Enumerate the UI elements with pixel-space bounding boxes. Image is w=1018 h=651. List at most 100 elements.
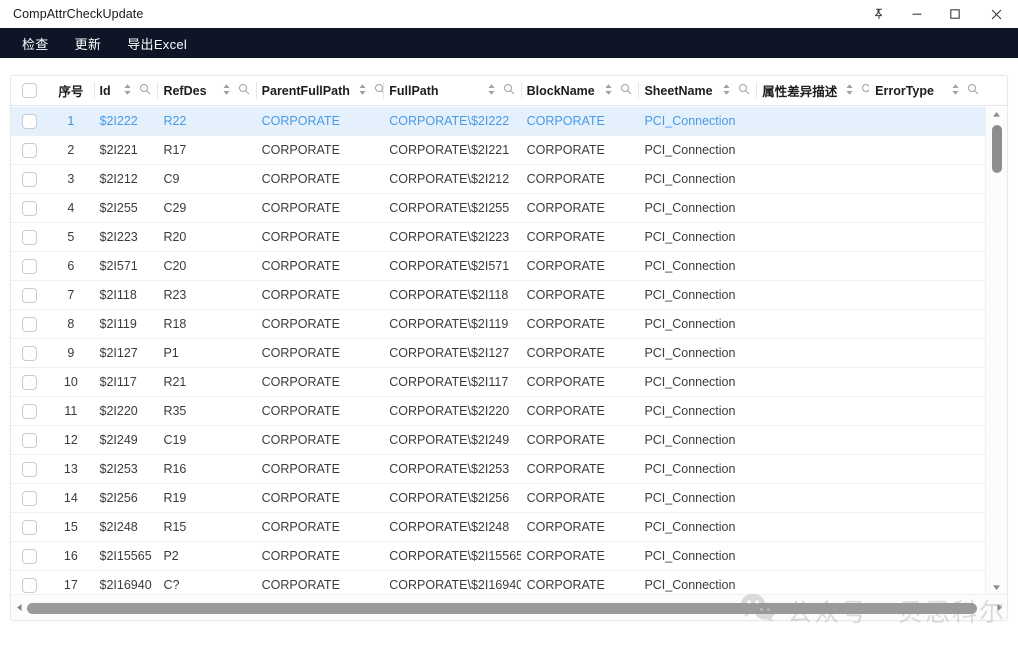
select-all-checkbox[interactable] [22, 83, 38, 98]
row-checkbox[interactable] [22, 374, 38, 390]
cell-block: CORPORATE [526, 172, 605, 186]
table-row[interactable]: 14 $2I256 R19 CORPORATE CORPORATE\$2I256 CORP… [11, 484, 1007, 513]
table-row[interactable]: 1 $2I222 R22 CORPORATE CORPORATE\$2I222 CORPO… [11, 107, 1007, 136]
column-header-seq[interactable]: 序号 [48, 76, 93, 105]
column-header-refdes[interactable]: RefDes [157, 76, 255, 105]
table-row[interactable]: 13 $2I253 R16 CORPORATE CORPORATE\$2I253 CORP… [11, 455, 1007, 484]
table-row[interactable]: 6 $2I571 C20 CORPORATE CORPORATE\$2I571 CORPO… [11, 252, 1007, 281]
row-checkbox[interactable] [22, 461, 38, 477]
row-select-cell[interactable] [11, 571, 48, 594]
scroll-right-button[interactable] [991, 595, 1007, 621]
horizontal-scroll-track[interactable] [27, 595, 991, 621]
vertical-scroll-thumb[interactable] [992, 125, 1002, 173]
row-select-cell[interactable] [11, 136, 48, 164]
sort-icon[interactable] [604, 83, 613, 99]
row-select-cell[interactable] [11, 310, 48, 338]
vertical-scrollbar[interactable] [985, 107, 1007, 594]
table-row[interactable]: 5 $2I223 R20 CORPORATE CORPORATE\$2I223 CORPO… [11, 223, 1007, 252]
grid-body[interactable]: 1 $2I222 R22 CORPORATE CORPORATE\$2I222 CORPO… [11, 107, 1007, 594]
scroll-up-button[interactable] [986, 107, 1007, 121]
row-select-cell[interactable] [11, 542, 48, 570]
row-checkbox[interactable] [22, 432, 38, 448]
sort-icon[interactable] [845, 83, 854, 99]
row-checkbox[interactable] [22, 171, 38, 187]
search-icon[interactable] [738, 83, 750, 98]
sort-icon[interactable] [123, 83, 132, 99]
table-row[interactable]: 2 $2I221 R17 CORPORATE CORPORATE\$2I221 CORPO… [11, 136, 1007, 165]
row-select-cell[interactable] [11, 368, 48, 396]
search-icon[interactable] [967, 83, 979, 98]
table-row[interactable]: 8 $2I119 R18 CORPORATE CORPORATE\$2I119 CORPO… [11, 310, 1007, 339]
sort-icon[interactable] [951, 83, 960, 99]
scroll-left-button[interactable] [11, 595, 27, 621]
row-select-cell[interactable] [11, 194, 48, 222]
row-checkbox[interactable] [22, 200, 38, 216]
column-header-attr-diff-desc[interactable]: 属性差异描述 [756, 76, 870, 105]
row-checkbox[interactable] [22, 258, 38, 274]
search-icon[interactable] [139, 83, 151, 98]
column-header-select-all[interactable] [11, 76, 48, 105]
menu-item-export-excel[interactable]: 导出Excel [125, 32, 189, 55]
row-checkbox[interactable] [22, 229, 38, 245]
sort-icon[interactable] [358, 83, 367, 99]
cell-desc [756, 281, 869, 309]
table-row[interactable]: 15 $2I248 R15 CORPORATE CORPORATE\$2I248 CORP… [11, 513, 1007, 542]
table-row[interactable]: 10 $2I117 R21 CORPORATE CORPORATE\$2I117 CORP… [11, 368, 1007, 397]
pin-button[interactable] [860, 0, 898, 28]
row-select-cell[interactable] [11, 223, 48, 251]
row-select-cell[interactable] [11, 252, 48, 280]
table-row[interactable]: 11 $2I220 R35 CORPORATE CORPORATE\$2I220 CORP… [11, 397, 1007, 426]
row-select-cell[interactable] [11, 281, 48, 309]
close-button[interactable] [974, 0, 1018, 28]
table-row[interactable]: 4 $2I255 C29 CORPORATE CORPORATE\$2I255 CORPO… [11, 194, 1007, 223]
table-row[interactable]: 17 $2I16940 C? CORPORATE CORPORATE\$2I16940 C… [11, 571, 1007, 594]
row-select-cell[interactable] [11, 165, 48, 193]
column-header-blockname[interactable]: BlockName [520, 76, 639, 105]
row-select-cell[interactable] [11, 484, 48, 512]
table-row[interactable]: 9 $2I127 P1 CORPORATE CORPORATE\$2I127 CORPOR… [11, 339, 1007, 368]
column-header-fullpath[interactable]: FullPath [383, 76, 520, 105]
column-header-parentfullpath[interactable]: ParentFullPath [255, 76, 384, 105]
table-row[interactable]: 12 $2I249 C19 CORPORATE CORPORATE\$2I249 CORP… [11, 426, 1007, 455]
minimize-button[interactable] [898, 0, 936, 28]
horizontal-scrollbar[interactable] [11, 594, 1007, 620]
sort-icon[interactable] [222, 83, 231, 99]
menu-item-check[interactable]: 检查 [20, 32, 51, 55]
table-row[interactable]: 16 $2I15565 P2 CORPORATE CORPORATE\$2I15565 C… [11, 542, 1007, 571]
row-select-cell[interactable] [11, 426, 48, 454]
search-icon[interactable] [861, 83, 870, 98]
search-icon[interactable] [620, 83, 632, 98]
row-select-cell[interactable] [11, 107, 48, 135]
cell-seq: 7 [67, 288, 75, 302]
row-checkbox[interactable] [22, 287, 38, 303]
maximize-button[interactable] [936, 0, 974, 28]
table-row[interactable]: 7 $2I118 R23 CORPORATE CORPORATE\$2I118 CORPO… [11, 281, 1007, 310]
horizontal-scroll-thumb[interactable] [27, 602, 977, 614]
row-select-cell[interactable] [11, 339, 48, 367]
row-checkbox[interactable] [22, 113, 38, 129]
row-checkbox[interactable] [22, 490, 38, 506]
row-checkbox[interactable] [22, 142, 38, 158]
menu-item-update[interactable]: 更新 [73, 32, 104, 55]
cell-sheet: PCI_Connection [644, 549, 736, 563]
column-header-id[interactable]: Id [93, 76, 158, 105]
search-icon[interactable] [238, 83, 250, 98]
cell-refdes: C29 [163, 201, 187, 215]
sort-icon[interactable] [487, 83, 496, 99]
column-header-sheetname[interactable]: SheetName [638, 76, 756, 105]
row-select-cell[interactable] [11, 513, 48, 541]
row-checkbox[interactable] [22, 548, 38, 564]
scroll-down-button[interactable] [986, 580, 1007, 594]
row-checkbox[interactable] [22, 403, 38, 419]
table-row[interactable]: 3 $2I212 C9 CORPORATE CORPORATE\$2I212 CORPOR… [11, 165, 1007, 194]
sort-icon[interactable] [722, 83, 731, 99]
column-header-errortype[interactable]: ErrorType [869, 76, 985, 105]
row-checkbox[interactable] [22, 577, 38, 593]
row-checkbox[interactable] [22, 519, 38, 535]
search-icon[interactable] [374, 83, 384, 98]
row-checkbox[interactable] [22, 345, 38, 361]
row-checkbox[interactable] [22, 316, 38, 332]
row-select-cell[interactable] [11, 397, 48, 425]
search-icon[interactable] [503, 83, 515, 98]
row-select-cell[interactable] [11, 455, 48, 483]
